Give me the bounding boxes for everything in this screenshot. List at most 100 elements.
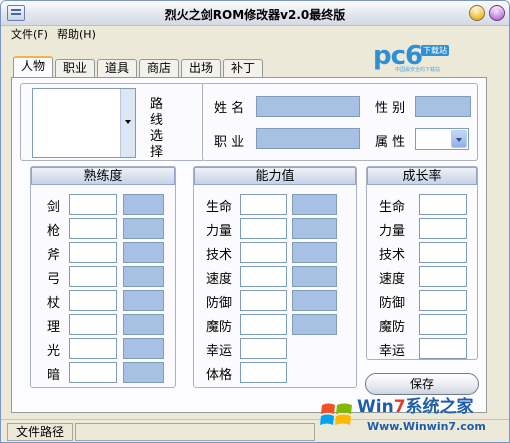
class-field[interactable] xyxy=(256,128,360,149)
ability-label-spd: 速度 xyxy=(206,272,233,287)
ability-input-res[interactable] xyxy=(240,314,287,335)
prof-input-staff[interactable] xyxy=(69,290,117,311)
attribute-label: 属 性 xyxy=(375,135,406,150)
growth-label-lck: 幸运 xyxy=(379,344,406,359)
ability-input-def[interactable] xyxy=(240,290,287,311)
growth-input-hp[interactable] xyxy=(419,194,467,215)
ability-label-res: 魔防 xyxy=(206,320,233,335)
growth-input-res[interactable] xyxy=(419,314,467,335)
tab-class[interactable]: 职业 xyxy=(55,59,95,77)
ability-input-hp[interactable] xyxy=(240,194,287,215)
close-button[interactable] xyxy=(489,5,505,21)
prof-input-dark[interactable] xyxy=(69,362,117,383)
title-bar: 烈火之剑ROM修改器v2.0最终版 xyxy=(1,1,509,26)
prof-label-staff: 杖 xyxy=(47,296,61,311)
prof-label-lance: 枪 xyxy=(47,224,61,239)
prof-input-anima[interactable] xyxy=(69,314,117,335)
menu-help[interactable]: 帮助(H) xyxy=(55,27,98,43)
window-title: 烈火之剑ROM修改器v2.0最终版 xyxy=(164,8,346,22)
ability-max-hp[interactable] xyxy=(292,194,337,215)
ability-group: 能力值 生命 力量 技术 速度 防御 魔防 幸运 体格 xyxy=(193,166,357,388)
tab-deploy[interactable]: 出场 xyxy=(181,59,221,77)
prof-rank-lance[interactable] xyxy=(123,218,164,239)
tab-shop[interactable]: 商店 xyxy=(139,59,179,77)
prof-rank-light[interactable] xyxy=(123,338,164,359)
character-list-group: 路线选择 xyxy=(20,83,205,161)
tab-character[interactable]: 人物 xyxy=(13,56,53,77)
prof-input-axe[interactable] xyxy=(69,242,117,263)
menu-bar: 文件(F) 帮助(H) xyxy=(1,26,509,44)
logo-badge: 下载站 xyxy=(421,45,449,56)
prof-input-lance[interactable] xyxy=(69,218,117,239)
gender-label: 性 别 xyxy=(375,101,406,116)
growth-input-str[interactable] xyxy=(419,218,467,239)
minimize-button[interactable] xyxy=(469,5,485,21)
name-label: 姓 名 xyxy=(214,101,245,116)
growth-label-res: 魔防 xyxy=(379,320,406,335)
growth-input-lck[interactable] xyxy=(419,338,467,359)
growth-input-spd[interactable] xyxy=(419,266,467,287)
prof-input-light[interactable] xyxy=(69,338,117,359)
prof-input-sword[interactable] xyxy=(69,194,117,215)
ability-label-def: 防御 xyxy=(206,296,233,311)
prof-rank-anima[interactable] xyxy=(123,314,164,335)
tab-items[interactable]: 道具 xyxy=(97,59,137,77)
growth-label-spd: 速度 xyxy=(379,272,406,287)
prof-input-bow[interactable] xyxy=(69,266,117,287)
chevron-down-icon[interactable] xyxy=(451,130,467,148)
prof-rank-axe[interactable] xyxy=(123,242,164,263)
ability-max-def[interactable] xyxy=(292,290,337,311)
proficiency-group: 熟练度 剑 枪 斧 弓 杖 理 光 暗 xyxy=(30,166,176,388)
gender-field[interactable] xyxy=(415,96,471,117)
ability-input-spd[interactable] xyxy=(240,266,287,287)
file-path-label: 文件路径 xyxy=(7,423,73,441)
growth-label-skl: 技术 xyxy=(379,248,406,263)
ability-input-str[interactable] xyxy=(240,218,287,239)
ability-label-hp: 生命 xyxy=(206,200,233,215)
prof-label-light: 光 xyxy=(47,344,61,359)
proficiency-header: 熟练度 xyxy=(31,167,175,185)
growth-input-def[interactable] xyxy=(419,290,467,311)
watermark: Win7系统之家 Www.Winwin7.com xyxy=(319,393,509,441)
windows-flag-icon xyxy=(320,403,352,425)
ability-label-lck: 幸运 xyxy=(206,344,233,359)
growth-label-str: 力量 xyxy=(379,224,406,239)
ability-header: 能力值 xyxy=(194,167,356,185)
growth-header: 成长率 xyxy=(367,167,477,185)
listbox-dropdown-icon[interactable] xyxy=(120,89,135,157)
logo-text: pc6 xyxy=(373,41,423,71)
character-info-group: 姓 名 性 别 职 业 属 性 xyxy=(202,83,478,161)
ability-max-spd[interactable] xyxy=(292,266,337,287)
save-button[interactable]: 保存 xyxy=(365,373,479,395)
ability-input-lck[interactable] xyxy=(240,338,287,359)
prof-rank-dark[interactable] xyxy=(123,362,164,383)
tab-patch[interactable]: 补丁 xyxy=(223,59,263,77)
ability-input-con[interactable] xyxy=(240,362,287,383)
watermark-title: Win7系统之家 xyxy=(357,397,474,417)
class-label: 职 业 xyxy=(214,135,245,150)
file-path-value xyxy=(75,423,315,441)
pc6-logo: pc6 下载站 中国最安全的下载站 xyxy=(373,43,463,73)
prof-label-dark: 暗 xyxy=(47,368,61,383)
attribute-select[interactable] xyxy=(415,128,469,150)
prof-rank-sword[interactable] xyxy=(123,194,164,215)
ability-max-res[interactable] xyxy=(292,314,337,335)
prof-label-anima: 理 xyxy=(47,320,61,335)
growth-label-hp: 生命 xyxy=(379,200,406,215)
watermark-url: Www.Winwin7.com xyxy=(367,420,486,433)
prof-rank-staff[interactable] xyxy=(123,290,164,311)
ability-max-str[interactable] xyxy=(292,218,337,239)
logo-subtitle: 中国最安全的下载站 xyxy=(395,67,441,73)
ability-label-skl: 技术 xyxy=(206,248,233,263)
growth-label-def: 防御 xyxy=(379,296,406,311)
prof-label-bow: 弓 xyxy=(47,272,61,287)
ability-max-skl[interactable] xyxy=(292,242,337,263)
prof-label-sword: 剑 xyxy=(47,200,61,215)
menu-file[interactable]: 文件(F) xyxy=(9,27,50,43)
ability-input-skl[interactable] xyxy=(240,242,287,263)
ability-label-con: 体格 xyxy=(206,368,233,383)
character-listbox[interactable] xyxy=(32,88,136,158)
prof-rank-bow[interactable] xyxy=(123,266,164,287)
growth-input-skl[interactable] xyxy=(419,242,467,263)
name-field[interactable] xyxy=(256,96,360,117)
